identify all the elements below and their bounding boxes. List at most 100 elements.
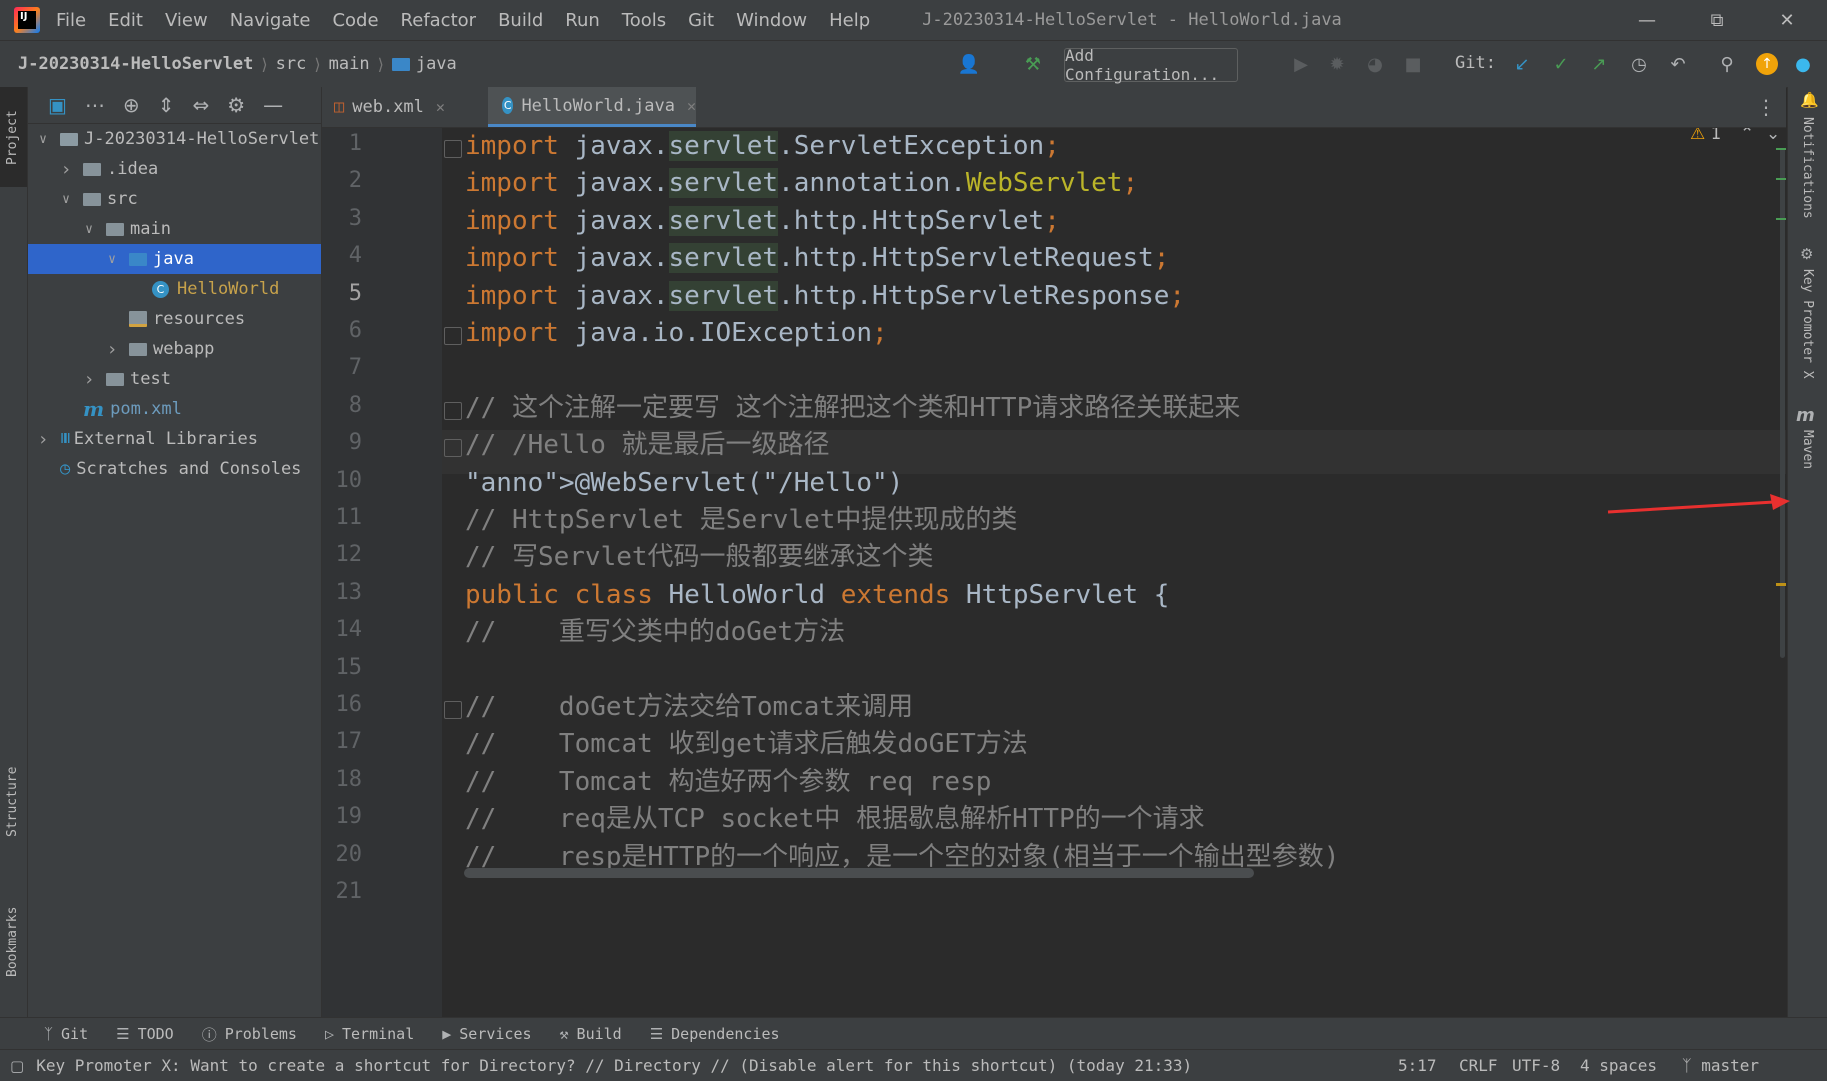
fold-marker-icon[interactable] — [444, 439, 462, 458]
horizontal-scrollbar[interactable] — [464, 868, 1254, 878]
file-encoding[interactable]: UTF-8 — [1512, 1056, 1560, 1075]
tree-item-java[interactable]: ∨ java — [28, 244, 321, 274]
tree-item-webapp[interactable]: › webapp — [28, 334, 321, 364]
stop-icon[interactable]: ■ — [1402, 53, 1424, 75]
toggle-tool-windows-icon[interactable]: ▢ — [10, 1057, 24, 1075]
gear-icon[interactable]: ⚙ — [227, 93, 245, 117]
tab-helloworld-java[interactable]: C HelloWorld.java ✕ — [488, 87, 696, 127]
menu-help[interactable]: Help — [829, 10, 870, 31]
status-message[interactable]: Key Promoter X: Want to create a shortcu… — [36, 1056, 1192, 1075]
fold-marker-icon[interactable] — [444, 327, 462, 345]
coverage-icon[interactable]: ◕ — [1364, 53, 1386, 75]
minimize-icon[interactable]: — — [1617, 0, 1677, 40]
breadcrumb-project[interactable]: J-20230314-HelloServlet — [18, 54, 253, 74]
menu-edit[interactable]: Edit — [108, 10, 143, 31]
collapse-all-icon[interactable]: ⇔ — [192, 93, 209, 117]
git-commit-icon[interactable]: ✓ — [1550, 53, 1572, 75]
menu-file[interactable]: File — [56, 10, 86, 31]
code-editor[interactable]: 1 2 3 4 5 6 7 8 9 10 11 12 13 14 15 16 17 18 19 20 21 import… — [322, 128, 1786, 1017]
expand-all-icon[interactable]: ⇕ — [158, 93, 175, 117]
run-icon[interactable]: ▶ — [1290, 53, 1312, 75]
user-account-icon[interactable]: 👤 — [958, 53, 980, 75]
warning-indicator[interactable]: ⚠ 1 — [1690, 128, 1721, 144]
line-separator[interactable]: CRLF — [1459, 1056, 1498, 1075]
close-tab-icon[interactable]: ✕ — [436, 98, 445, 116]
chevron-down-icon[interactable]: ∨ — [105, 252, 119, 267]
menu-navigate[interactable]: Navigate — [230, 10, 311, 31]
restore-icon[interactable]: ⧉ — [1687, 0, 1747, 40]
tree-item-idea[interactable]: › .idea — [28, 154, 321, 184]
scrollbar[interactable] — [1776, 128, 1786, 1017]
tab-web-xml[interactable]: ◫ web.xml ✕ — [334, 87, 484, 127]
fold-marker-icon[interactable] — [444, 401, 462, 420]
tree-item-src[interactable]: ∨ src — [28, 184, 321, 214]
project-view-icon[interactable]: ▣ — [48, 93, 67, 117]
menu-window[interactable]: Window — [736, 10, 807, 31]
tree-item-main[interactable]: ∨ main — [28, 214, 321, 244]
code-line[interactable]: // 重写父类中的doGet方法 — [465, 611, 845, 654]
maven-tool-button[interactable]: Maven — [1800, 430, 1815, 469]
services-tool-button[interactable]: ▶ Services — [442, 1025, 531, 1043]
update-available-icon[interactable]: ↑ — [1756, 53, 1778, 75]
search-icon[interactable]: ⚲ — [1716, 53, 1738, 75]
chevron-right-icon[interactable]: › — [82, 369, 96, 390]
intellij-logo-icon: IJ — [14, 7, 40, 33]
todo-tool-button[interactable]: ☰ TODO — [116, 1025, 174, 1043]
code-line[interactable]: import java.io.IOException; — [465, 312, 888, 355]
menu-build[interactable]: Build — [498, 10, 543, 31]
bookmarks-tool-button[interactable]: Bookmarks — [5, 907, 20, 977]
tree-item-pom-xml[interactable]: m pom.xml — [28, 394, 321, 424]
build-hammer-icon[interactable]: ⚒ — [1022, 53, 1044, 75]
menu-tools[interactable]: Tools — [622, 10, 666, 31]
breadcrumb-java[interactable]: java — [416, 54, 457, 74]
chevron-down-icon[interactable]: ∨ — [82, 222, 96, 237]
terminal-tool-button[interactable]: ▷ Terminal — [325, 1025, 414, 1043]
git-update-icon[interactable]: ↙ — [1511, 53, 1533, 75]
menu-refactor[interactable]: Refactor — [401, 10, 477, 31]
fold-marker-icon[interactable] — [444, 701, 462, 719]
chevron-right-icon[interactable]: › — [105, 339, 119, 360]
chevron-down-icon[interactable]: ∨ — [36, 132, 50, 147]
tree-item-scratches-and-consoles[interactable]: ◷ Scratches and Consoles — [28, 454, 321, 484]
build-tool-button[interactable]: ⚒ Build — [560, 1025, 622, 1043]
hide-icon[interactable]: — — [263, 93, 283, 117]
indent-setting[interactable]: 4 spaces — [1580, 1056, 1657, 1075]
git-tool-button[interactable]: ᛉ Git — [44, 1025, 88, 1043]
structure-tool-button[interactable]: Structure — [5, 767, 20, 837]
close-tab-icon[interactable]: ✕ — [687, 97, 696, 115]
tree-item-external-libraries[interactable]: › ⅡⅡ External Libraries — [28, 424, 321, 454]
rollback-icon[interactable]: ↶ — [1667, 53, 1689, 75]
tree-item-resources[interactable]: resources — [28, 304, 321, 334]
more-icon[interactable]: ⋯ — [85, 93, 105, 117]
tree-item-test[interactable]: › test — [28, 364, 321, 394]
bell-icon[interactable]: 🔔 — [1800, 91, 1819, 109]
menu-view[interactable]: View — [165, 10, 208, 31]
chevron-right-icon[interactable]: › — [59, 159, 73, 180]
previous-highlight-icon[interactable]: ⌃ — [1740, 128, 1754, 144]
locate-icon[interactable]: ⊕ — [123, 93, 140, 117]
menu-code[interactable]: Code — [332, 10, 378, 31]
dependencies-tool-button[interactable]: ☰ Dependencies — [650, 1025, 780, 1043]
add-configuration-button[interactable]: Add Configuration... — [1064, 46, 1238, 84]
problems-tool-button[interactable]: ⓘ Problems — [202, 1024, 297, 1045]
caret-position[interactable]: 5:17 — [1398, 1056, 1437, 1075]
project-tool-button[interactable]: Project — [5, 110, 20, 165]
fold-marker-icon[interactable] — [444, 140, 462, 158]
git-push-icon[interactable]: ↗ — [1588, 53, 1610, 75]
tree-item-j-20230314-helloservlet[interactable]: ∨ J-20230314-HelloServlet — [28, 124, 321, 154]
breadcrumb-main[interactable]: main — [329, 54, 370, 74]
breadcrumb-src[interactable]: src — [276, 54, 307, 74]
menu-git[interactable]: Git — [688, 10, 714, 31]
menu-run[interactable]: Run — [565, 10, 600, 31]
git-branch-widget[interactable]: ᛉ master — [1682, 1056, 1759, 1075]
jetbrains-ai-icon[interactable]: ● — [1792, 53, 1814, 75]
more-vertical-icon[interactable]: ⋮ — [1756, 95, 1776, 119]
tree-item-helloworld[interactable]: C HelloWorld — [28, 274, 321, 304]
chevron-down-icon[interactable]: ∨ — [59, 192, 73, 207]
key-promoter-tool-button[interactable]: Key Promoter X — [1800, 269, 1815, 379]
close-icon[interactable]: ✕ — [1757, 0, 1817, 40]
debug-icon[interactable]: ✹ — [1326, 53, 1348, 75]
chevron-right-icon[interactable]: › — [36, 429, 50, 450]
notifications-tool-button[interactable]: Notifications — [1800, 117, 1815, 219]
history-icon[interactable]: ◷ — [1628, 53, 1650, 75]
